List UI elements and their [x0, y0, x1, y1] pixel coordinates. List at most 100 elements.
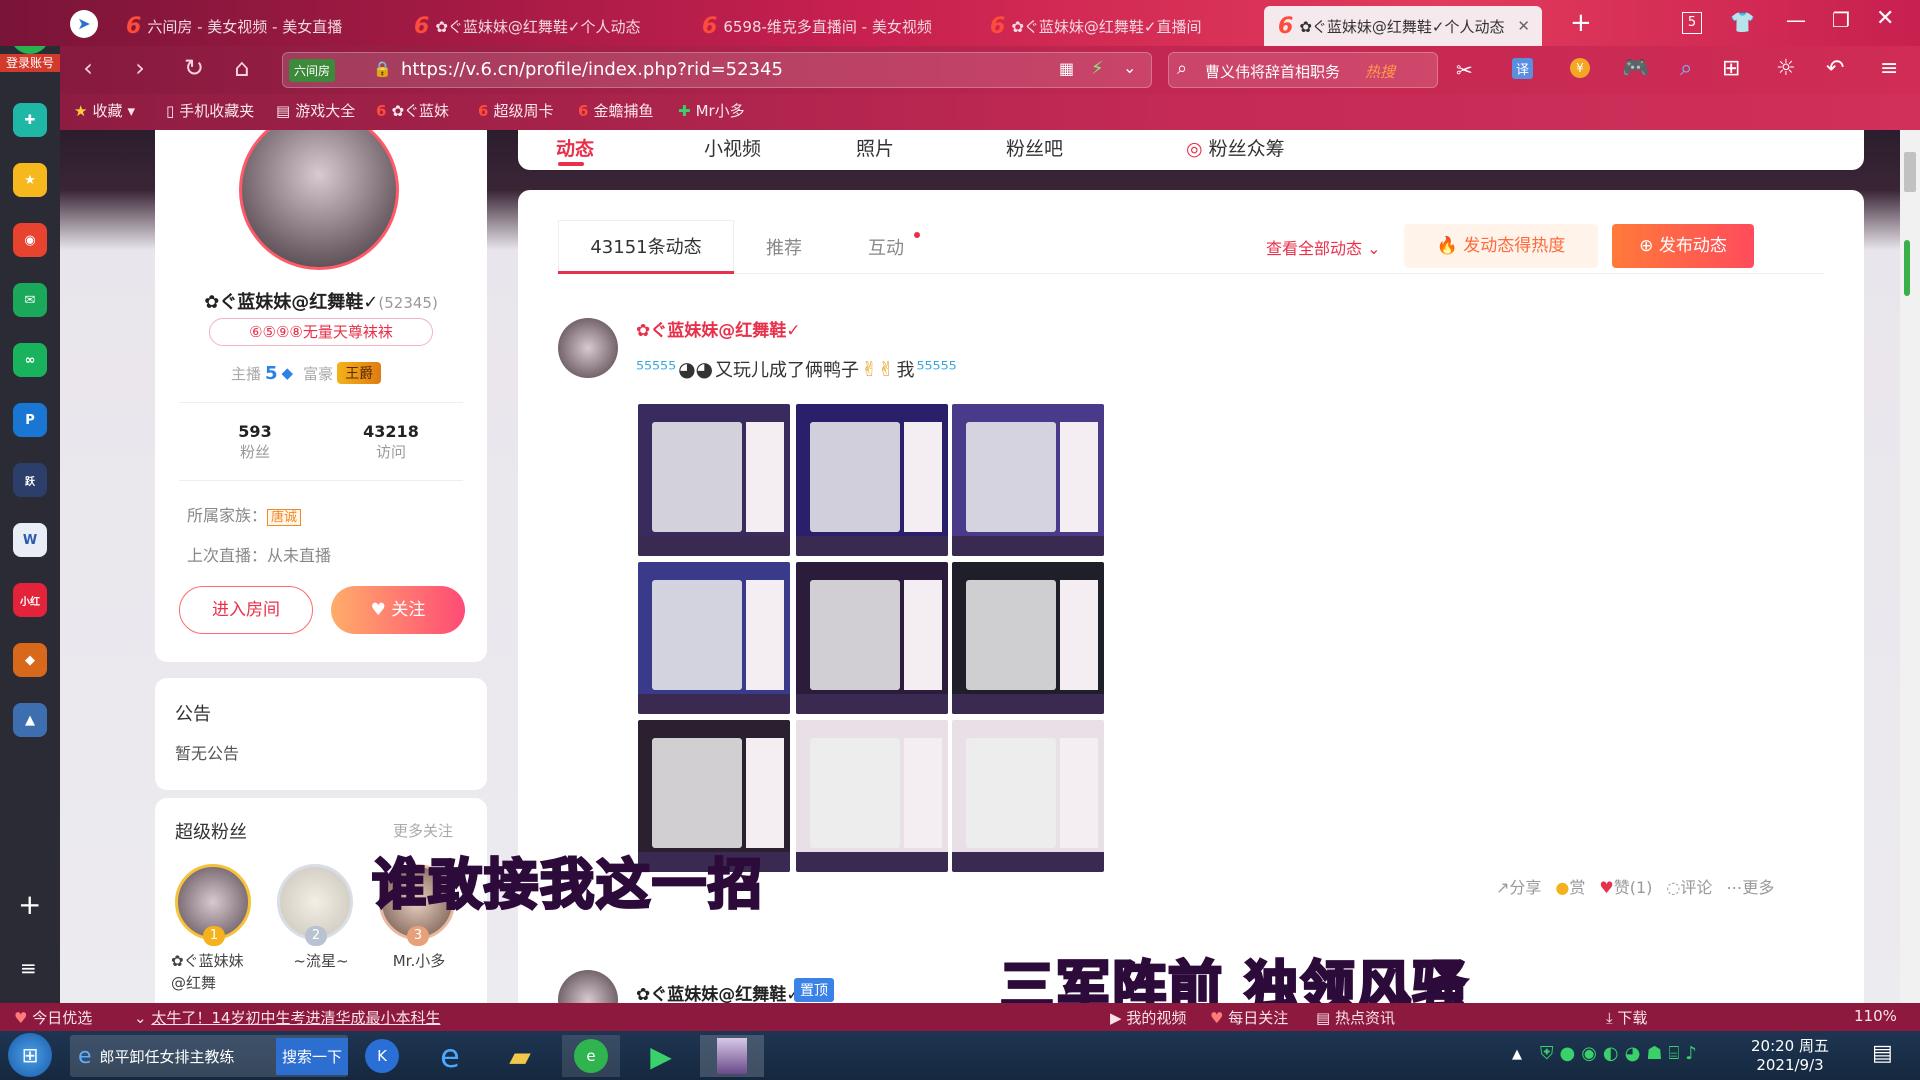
post-image-thumbnail[interactable] — [952, 562, 1104, 714]
tab-count-badge[interactable]: 5 — [1682, 12, 1702, 34]
tab-recommend[interactable]: 推荐 — [766, 234, 802, 260]
zoom-level[interactable]: 110% — [1854, 1007, 1897, 1025]
xiaohongshu-icon[interactable]: 小红 — [13, 583, 47, 617]
start-button[interactable]: ⊞ — [8, 1033, 52, 1077]
search-box[interactable]: ⌕ 曹义伟将辞首相职务 热搜 — [1168, 52, 1438, 88]
menu-icon[interactable]: ≡ — [1880, 56, 1898, 81]
hot-news[interactable]: ▤ 热点资讯 — [1316, 1007, 1395, 1028]
coin-icon[interactable]: ¥ — [1570, 58, 1590, 78]
translate-icon[interactable]: 译 — [1512, 58, 1534, 79]
scroll-thumb[interactable] — [1904, 152, 1916, 192]
post-author-avatar[interactable] — [558, 970, 618, 1003]
news-ticker[interactable]: ⌄ 太牛了！14岁初中生考进清华成最小本科生 — [134, 1007, 440, 1028]
post-image-thumbnail[interactable] — [796, 720, 948, 872]
taskbar-player[interactable]: ▶ — [632, 1035, 690, 1077]
skin-icon[interactable]: 👕 — [1730, 10, 1755, 34]
taskbar-360-browser[interactable]: e — [562, 1035, 620, 1077]
new-tab-icon[interactable]: + — [1570, 8, 1592, 38]
like-button[interactable]: ♥赞(1) — [1599, 874, 1652, 898]
tab-interaction[interactable]: 互动 — [868, 234, 904, 260]
minimize-icon[interactable]: — — [1786, 8, 1806, 32]
mail-icon[interactable]: ✉ — [13, 283, 47, 317]
undo-icon[interactable]: ↶ — [1826, 56, 1844, 81]
taskbar-search-button[interactable]: 搜索一下 — [275, 1037, 348, 1075]
refresh-icon[interactable]: ↻ — [174, 54, 214, 82]
follow-button[interactable]: ♥ 关注 — [331, 586, 465, 634]
post-image-thumbnail[interactable] — [796, 404, 948, 556]
page-scrollbar[interactable] — [1900, 130, 1920, 1003]
fans-stat[interactable]: 593 粉丝 — [215, 422, 295, 462]
close-window-icon[interactable]: ✕ — [1876, 6, 1894, 31]
back-icon[interactable]: ‹ — [68, 54, 108, 82]
tray-expand-icon[interactable]: ▲ — [1512, 1047, 1522, 1062]
view-all-posts-link[interactable]: 查看全部动态 ⌄ — [1266, 235, 1381, 259]
star-icon[interactable]: ★ — [13, 163, 47, 197]
share-button[interactable]: ↗分享 — [1496, 874, 1541, 898]
bookmark-fishing[interactable]: 6 金蟾捕鱼 — [578, 100, 653, 121]
game-app-icon[interactable]: 跃 — [13, 463, 47, 497]
brightness-icon[interactable]: ☼ — [1776, 56, 1796, 81]
qr-icon[interactable]: ▦ — [1059, 59, 1074, 78]
url-text[interactable]: https://v.6.cn/profile/index.php?rid=523… — [401, 59, 783, 80]
family-badge[interactable]: 唐诚 — [267, 509, 302, 526]
tab-all-posts[interactable]: 43151条动态 — [558, 220, 734, 274]
navigate-icon[interactable]: ➤ — [70, 10, 98, 38]
bookmark-favorites[interactable]: ★ 收藏 ▾ — [74, 100, 135, 121]
post-image-thumbnail[interactable] — [796, 562, 948, 714]
avatar[interactable] — [239, 130, 399, 270]
bookmark-mobile[interactable]: ▯ 手机收藏夹 — [166, 100, 254, 121]
post-author-avatar[interactable] — [558, 318, 618, 378]
tab-short-videos[interactable]: 小视频 — [704, 134, 761, 161]
chat-icon[interactable]: ∞ — [13, 343, 47, 377]
p-app-icon[interactable]: P — [13, 403, 47, 437]
post-image-thumbnail[interactable] — [952, 404, 1104, 556]
menu-list-icon[interactable]: ≡ — [20, 956, 37, 980]
tab-2[interactable]: 6 ✿ぐ蓝妹妹@红舞鞋✓个人动态 — [400, 6, 678, 46]
taskbar-ie-search[interactable]: e 郎平卸任女排主教练 搜索一下 — [70, 1035, 348, 1077]
chevron-down-icon[interactable]: ⌄ — [1123, 58, 1136, 77]
game3-icon[interactable]: ▲ — [13, 703, 47, 737]
taskbar-k-app[interactable]: K — [356, 1035, 408, 1077]
close-tab-icon[interactable]: ✕ — [1517, 17, 1530, 35]
tab-4[interactable]: 6 ✿ぐ蓝妹妹@红舞鞋✓直播间 — [976, 6, 1254, 46]
bookmark-mrxiaoduo[interactable]: ✚ Mr小多 — [678, 100, 745, 121]
hot-post-button[interactable]: 🔥 发动态得热度 — [1404, 224, 1598, 268]
home-icon[interactable]: ⌂ — [222, 54, 262, 82]
post-author-name[interactable]: ✿ぐ蓝妹妹@红舞鞋✓ — [636, 980, 801, 1003]
post-image-thumbnail[interactable] — [638, 562, 790, 714]
grid-icon[interactable]: ⊞ — [1722, 56, 1740, 81]
taskbar-explorer[interactable]: ▰ — [494, 1035, 546, 1077]
tab-dynamics[interactable]: 动态 — [556, 134, 594, 161]
forward-icon[interactable]: › — [120, 54, 160, 82]
fan-name[interactable]: Mr.小多 — [379, 950, 459, 971]
magnifier-icon[interactable]: ⌕ — [1680, 56, 1692, 81]
fan-name[interactable]: ~流星~ — [281, 950, 361, 971]
bookmark-lanmeimei[interactable]: 6 ✿ぐ蓝妹 — [376, 100, 449, 121]
tray-icons[interactable]: ⛨●◉◐◕☗⌸♪ — [1540, 1043, 1703, 1064]
gamepad-icon[interactable]: 🎮 — [1622, 56, 1649, 81]
tab-1[interactable]: 6 六间房 - 美女视频 - 美女直播 — [112, 6, 390, 46]
action-center-icon[interactable]: ▤ — [1872, 1041, 1893, 1066]
tab-crowdfunding[interactable]: ◎ 粉丝众筹 — [1186, 134, 1285, 161]
add-icon[interactable]: + — [18, 888, 41, 921]
address-bar[interactable]: 六间房 🔒 https://v.6.cn/profile/index.php?r… — [282, 52, 1152, 88]
tab-3[interactable]: 6 6598-维克多直播间 - 美女视频 — [688, 6, 966, 46]
lightning-icon[interactable]: ⚡ — [1091, 58, 1104, 79]
reward-button[interactable]: ●赏 — [1555, 874, 1585, 898]
bookmark-super-card[interactable]: 6 超级周卡 — [478, 100, 553, 121]
fan-name[interactable]: ✿ぐ蓝妹妹@红舞 — [171, 950, 255, 994]
post-image-thumbnail[interactable] — [638, 404, 790, 556]
scissors-icon[interactable]: ✂ — [1456, 58, 1473, 82]
more-button[interactable]: ⋯更多 — [1726, 874, 1774, 898]
downloads[interactable]: ⤓ 下载 — [1606, 1007, 1647, 1028]
doc-icon[interactable]: W — [13, 523, 47, 557]
tab-photos[interactable]: 照片 — [856, 134, 894, 161]
post-image-thumbnail[interactable] — [952, 720, 1104, 872]
sidebar-app-icon[interactable]: ✚ — [13, 103, 47, 137]
weibo-icon[interactable]: ◉ — [13, 223, 47, 257]
login-account-button[interactable]: 登录账号 — [0, 54, 60, 72]
search-input[interactable]: 曹义伟将辞首相职务 — [1205, 61, 1340, 82]
taskbar-ie[interactable]: e — [424, 1035, 476, 1077]
tab-5-active[interactable]: 6 ✿ぐ蓝妹妹@红舞鞋✓个人动态 ✕ — [1264, 6, 1542, 46]
publish-post-button[interactable]: ⊕ 发布动态 — [1612, 224, 1754, 268]
